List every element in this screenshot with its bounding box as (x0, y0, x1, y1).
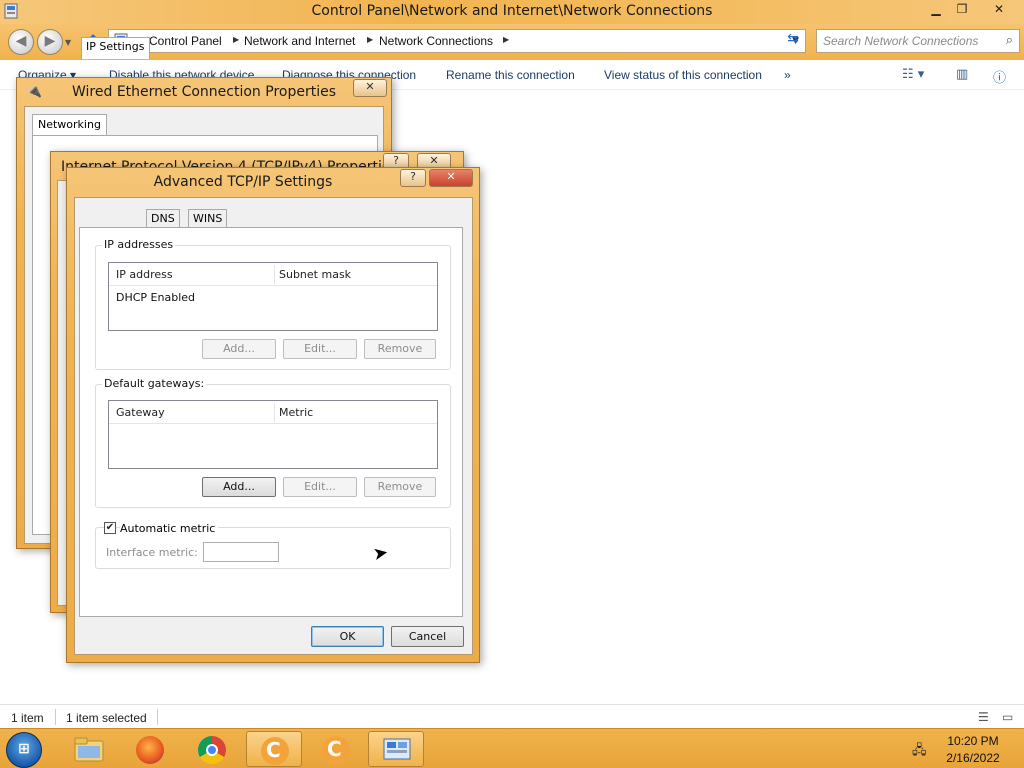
column-divider[interactable] (274, 265, 275, 284)
minimize-button[interactable]: ▁ (924, 2, 948, 20)
breadcrumb-network-connections[interactable]: Network Connections (379, 34, 493, 48)
close-dialog-button[interactable]: ✕ (353, 79, 387, 97)
back-button[interactable]: ◀ (8, 29, 34, 55)
clock-time[interactable]: 10:20 PM (945, 734, 1001, 748)
back-arrow-icon: ◀ (15, 33, 27, 49)
address-bar[interactable]: ▶ Control Panel ▶ Network and Internet ▶… (108, 29, 806, 53)
column-metric[interactable]: Metric (279, 406, 313, 419)
cancel-button[interactable]: Cancel (391, 626, 464, 647)
tab-networking[interactable]: Networking (32, 114, 107, 136)
ip-addresses-legend: IP addresses (102, 238, 176, 251)
navigation-bar: ◀ ▶ ▼ ⬆ ▶ Control Panel ▶ Network and In… (0, 24, 1024, 60)
column-subnet-mask[interactable]: Subnet mask (279, 268, 351, 281)
gateway-remove-button[interactable]: Remove (364, 477, 436, 497)
status-divider (157, 709, 158, 725)
taskbar-control-panel[interactable] (368, 731, 424, 767)
recent-pages-dropdown[interactable]: ▼ (65, 38, 71, 47)
status-divider (55, 709, 56, 725)
ip-add-button[interactable]: Add... (202, 339, 276, 359)
taskbar-ccleaner-2[interactable]: C (308, 731, 364, 767)
item-count: 1 item (11, 711, 44, 725)
ip-edit-button[interactable]: Edit... (283, 339, 357, 359)
selected-count: 1 item selected (66, 711, 147, 725)
close-window-button[interactable]: ✕ (978, 2, 1020, 20)
tab-ip-settings[interactable]: IP Settings (81, 37, 150, 59)
change-view-icon[interactable]: ☷ ▾ (902, 67, 924, 82)
search-box[interactable]: ⌕ (816, 29, 1020, 53)
dialog-title: Wired Ethernet Connection Properties (72, 84, 336, 100)
forward-button[interactable]: ▶ (37, 29, 63, 55)
status-bar: 1 item 1 item selected ☰ ▭ (0, 704, 1024, 728)
ccleaner-icon: C (261, 737, 289, 765)
large-icons-view-icon[interactable]: ▭ (1002, 710, 1013, 724)
refresh-button[interactable]: ⇆ (782, 31, 804, 53)
search-icon[interactable]: ⌕ (1006, 33, 1013, 48)
list-item[interactable]: DHCP Enabled (116, 291, 195, 304)
chrome-icon (198, 736, 226, 764)
default-gateways-legend: Default gateways: (102, 377, 207, 390)
column-ip-address[interactable]: IP address (116, 268, 173, 281)
taskbar-ccleaner-1[interactable]: C (246, 731, 302, 767)
dialog-title: Advanced TCP/IP Settings (153, 174, 333, 190)
breadcrumb-network-and-internet[interactable]: Network and Internet (244, 34, 355, 48)
help-button[interactable]: ? (400, 169, 426, 187)
maximize-button[interactable]: ❐ (950, 2, 974, 20)
clock-date[interactable]: 2/16/2022 (945, 751, 1001, 765)
ccleaner-icon: C (322, 736, 350, 764)
view-status-command[interactable]: View status of this connection (604, 68, 762, 82)
firefox-icon (136, 736, 164, 764)
start-button[interactable]: ⊞ (6, 732, 42, 768)
network-tray-icon[interactable]: 🖧 (912, 741, 927, 763)
tab-wins[interactable]: WINS (188, 209, 228, 228)
tab-dns[interactable]: DNS (146, 209, 180, 228)
taskbar-file-explorer[interactable] (62, 731, 118, 767)
control-panel-icon (383, 738, 411, 760)
gateway-list[interactable]: Gateway Metric (108, 400, 438, 469)
list-header: IP address Subnet mask (109, 263, 437, 286)
more-commands-button[interactable]: » (784, 68, 791, 82)
automatic-metric-label[interactable]: Automatic metric (120, 522, 219, 535)
window-title: Control Panel\Network and Internet\Netwo… (311, 3, 713, 19)
gateway-add-button[interactable]: Add... (202, 477, 276, 497)
forward-arrow-icon: ▶ (44, 33, 56, 49)
list-header: Gateway Metric (109, 401, 437, 424)
taskbar-chrome[interactable] (184, 731, 240, 767)
breadcrumb-separator-icon[interactable]: ▶ (233, 35, 239, 44)
automatic-metric-checkbox[interactable]: ✔ (104, 522, 116, 534)
taskbar-firefox[interactable] (122, 731, 178, 767)
windows-logo-icon: ⊞ (18, 741, 30, 757)
ip-address-list[interactable]: IP address Subnet mask DHCP Enabled (108, 262, 438, 331)
help-icon[interactable]: ⓘ (993, 67, 1006, 86)
folder-icon (74, 737, 104, 762)
window-titlebar: Control Panel\Network and Internet\Netwo… (0, 0, 1024, 24)
gateway-edit-button[interactable]: Edit... (283, 477, 357, 497)
close-dialog-button[interactable]: ✕ (429, 169, 473, 187)
column-divider[interactable] (274, 403, 275, 422)
search-input[interactable] (823, 33, 995, 49)
rename-command[interactable]: Rename this connection (446, 68, 575, 82)
interface-metric-label: Interface metric: (106, 546, 198, 559)
preview-pane-icon[interactable]: ▥ (956, 67, 968, 82)
network-adapter-icon: 🔌 (27, 84, 42, 98)
ip-remove-button[interactable]: Remove (364, 339, 436, 359)
breadcrumb-control-panel[interactable]: Control Panel (149, 34, 222, 48)
column-gateway[interactable]: Gateway (116, 406, 165, 419)
breadcrumb-separator-icon[interactable]: ▶ (503, 35, 509, 44)
interface-metric-input[interactable] (203, 542, 279, 562)
taskbar: ⊞ C C 🖧 10:20 PM 2/16/2022 (0, 728, 1024, 768)
details-view-icon[interactable]: ☰ (978, 710, 989, 724)
ok-button[interactable]: OK (311, 626, 384, 647)
breadcrumb-separator-icon[interactable]: ▶ (367, 35, 373, 44)
